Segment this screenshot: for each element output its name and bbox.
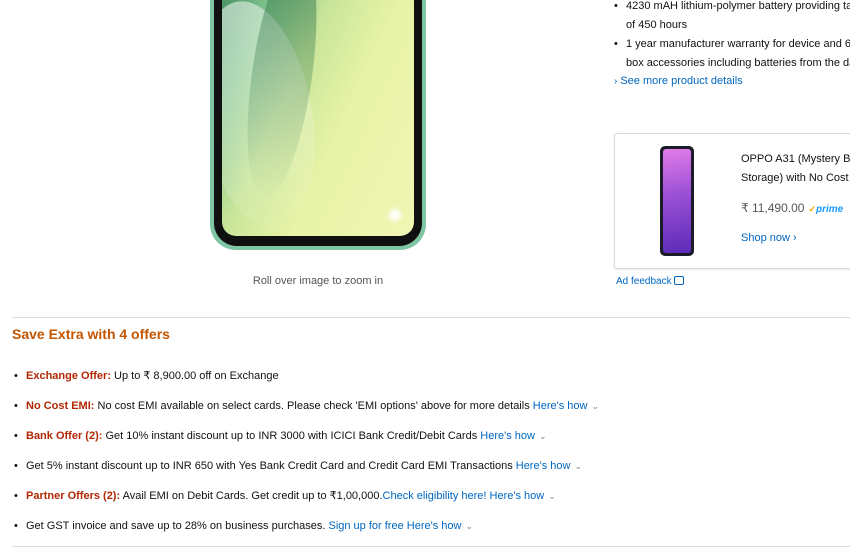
feature-item: 1 year manufacturer warranty for device … — [614, 35, 850, 54]
feature-item: 4230 mAH lithium-polymer battery providi… — [614, 0, 850, 16]
offer-item: No Cost EMI: No cost EMI available on se… — [14, 396, 850, 426]
offer-name: No Cost EMI: — [26, 400, 95, 412]
divider — [12, 546, 850, 547]
ad-title-line: Storage) with No Cost E — [741, 172, 850, 184]
offer-name: Exchange Offer: — [26, 370, 111, 382]
offer-text: Up to ₹ 8,900.00 off on Exchange — [110, 370, 279, 382]
ad-product-title[interactable]: OPPO A31 (Mystery Blac Storage) with No … — [741, 150, 850, 188]
ad-price-value: ₹ 11,490.00 — [741, 201, 805, 215]
heres-how-link[interactable]: Here's how — [480, 430, 535, 442]
chevron-down-icon[interactable]: ⌄ — [574, 461, 582, 471]
feature-item-continued: box accessories including batteries from… — [626, 57, 850, 69]
chevron-down-icon[interactable]: ⌄ — [465, 521, 473, 531]
divider — [12, 317, 850, 318]
chevron-down-icon[interactable]: ⌄ — [539, 431, 547, 441]
see-more-details-link[interactable]: › See more product details — [614, 75, 850, 87]
offers-heading: Save Extra with 4 offers — [12, 326, 170, 342]
offer-item: Partner Offers (2): Avail EMI on Debit C… — [14, 486, 850, 516]
prime-badge: ✓prime — [808, 204, 843, 215]
product-image[interactable] — [210, 0, 426, 250]
offer-name: Partner Offers (2): — [26, 490, 121, 502]
prime-label: prime — [816, 204, 844, 215]
offer-text: No cost EMI available on select cards. P… — [94, 400, 533, 412]
ad-product-image[interactable] — [660, 146, 694, 256]
prime-check-icon: ✓ — [808, 204, 817, 214]
feature-bullets: 4230 mAH lithium-polymer battery providi… — [614, 0, 850, 87]
phone-screen — [222, 0, 414, 236]
offers-list: Exchange Offer: Up to ₹ 8,900.00 off on … — [14, 366, 850, 546]
chevron-down-icon[interactable]: ⌄ — [548, 491, 556, 501]
shop-now-link[interactable]: Shop now › — [741, 232, 797, 244]
check-eligibility-link[interactable]: Check eligibility here! — [383, 490, 487, 502]
offer-text: Get 10% instant discount up to INR 3000 … — [102, 430, 481, 442]
sponsored-product-card[interactable]: OPPO A31 (Mystery Blac Storage) with No … — [614, 133, 850, 269]
see-more-label: See more product details — [620, 75, 743, 87]
phone-frame — [214, 0, 422, 246]
ad-title-line: OPPO A31 (Mystery Blac — [741, 153, 850, 165]
ad-feedback-link[interactable]: Ad feedback — [616, 276, 684, 287]
offer-item: Get GST invoice and save up to 28% on bu… — [14, 516, 850, 546]
chevron-down-icon[interactable]: ⌄ — [591, 401, 599, 411]
sign-up-link[interactable]: Sign up for free — [328, 520, 403, 532]
heres-how-link[interactable]: Here's how — [404, 520, 462, 532]
ad-price: ₹ 11,490.00 ✓prime — [741, 201, 843, 215]
camera-shutter-icon — [390, 210, 400, 220]
heres-how-link[interactable]: Here's how — [516, 460, 571, 472]
offer-item: Exchange Offer: Up to ₹ 8,900.00 off on … — [14, 366, 850, 396]
offer-item: Get 5% instant discount up to INR 650 wi… — [14, 456, 850, 486]
offer-text: Get GST invoice and save up to 28% on bu… — [26, 520, 329, 532]
offer-text: Get 5% instant discount up to INR 650 wi… — [26, 460, 516, 472]
ad-feedback-label: Ad feedback — [616, 276, 672, 287]
offer-item: Bank Offer (2): Get 10% instant discount… — [14, 426, 850, 456]
zoom-hint: Roll over image to zoom in — [252, 275, 384, 287]
heres-how-link[interactable]: Here's how — [533, 400, 588, 412]
chevron-right-icon: › — [614, 76, 618, 87]
ad-phone-screen — [663, 149, 691, 253]
speech-bubble-icon — [673, 276, 684, 285]
offer-name: Bank Offer (2): — [26, 430, 103, 442]
heres-how-link[interactable]: Here's how — [486, 490, 545, 502]
feature-item-continued: of 450 hours — [626, 19, 688, 31]
offer-text: Avail EMI on Debit Cards. Get credit up … — [120, 490, 383, 502]
